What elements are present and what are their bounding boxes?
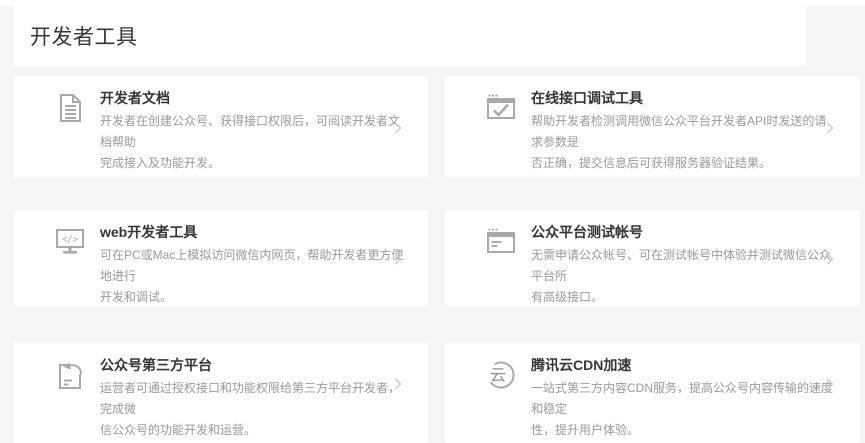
page-header: 开发者工具 [14, 6, 806, 66]
card-desc: 帮助开发者检测调用微信公众平台开发者API时发送的请求参数是 否正确，提交信息后… [531, 111, 836, 174]
card-tencent-cloud-cdn[interactable]: 云 腾讯云CDN加速 一站式第三方内容CDN服务，提高公众号内容传输的速度和稳定… [445, 343, 860, 443]
card-third-party-platform[interactable]: 公众号第三方平台 运营者可通过授权接口和功能权限给第三方平台开发者，完成微 信公… [14, 343, 428, 443]
card-desc: 运营者可通过授权接口和功能权限给第三方平台开发者，完成微 信公众号的功能开发和运… [100, 378, 404, 441]
card-title: 开发者文档 [100, 89, 404, 108]
card-title: 公众平台测试帐号 [531, 223, 836, 242]
card-test-account[interactable]: 公众平台测试帐号 无需申请公众帐号、可在测试帐号中体验并测试微信公众平台所 有高… [445, 210, 860, 306]
card-developer-docs[interactable]: 开发者文档 开发者在创建公众号、获得接口权限后，可阅读开发者文档帮助 完成接入及… [14, 76, 428, 177]
window-text-icon [485, 226, 517, 258]
card-desc: 可在PC或Mac上模拟访问微信内网页，帮助开发者更方便地进行 开发和调试。 [100, 245, 404, 308]
chevron-right-icon [826, 252, 834, 264]
card-desc: 一站式第三方内容CDN服务，提高公众号内容传输的速度和稳定 性，提升用户体验。 [531, 378, 836, 441]
cloud-icon: 云 [485, 359, 517, 391]
chevron-right-icon [826, 121, 834, 133]
card-web-devtools[interactable]: </> web开发者工具 可在PC或Mac上模拟访问微信内网页，帮助开发者更方便… [14, 210, 428, 306]
chevron-right-icon [394, 252, 402, 264]
card-desc: 开发者在创建公众号、获得接口权限后，可阅读开发者文档帮助 完成接入及功能开发。 [100, 111, 404, 174]
svg-text:云: 云 [490, 368, 506, 385]
card-title: 腾讯云CDN加速 [531, 356, 836, 375]
document-icon [54, 92, 86, 124]
chevron-right-icon [826, 377, 834, 389]
monitor-code-icon: </> [54, 226, 86, 258]
card-title: 公众号第三方平台 [100, 356, 404, 375]
document-arrow-icon [54, 359, 86, 391]
chevron-right-icon [394, 377, 402, 389]
svg-text:</>: </> [62, 235, 79, 245]
window-check-icon [485, 92, 517, 124]
chevron-right-icon [394, 121, 402, 133]
card-desc: 无需申请公众帐号、可在测试帐号中体验并测试微信公众平台所 有高级接口。 [531, 245, 836, 308]
card-title: 在线接口调试工具 [531, 89, 836, 108]
page-title: 开发者工具 [30, 21, 138, 51]
card-online-api-debug[interactable]: 在线接口调试工具 帮助开发者检测调用微信公众平台开发者API时发送的请求参数是 … [445, 76, 860, 177]
card-title: web开发者工具 [100, 223, 404, 242]
